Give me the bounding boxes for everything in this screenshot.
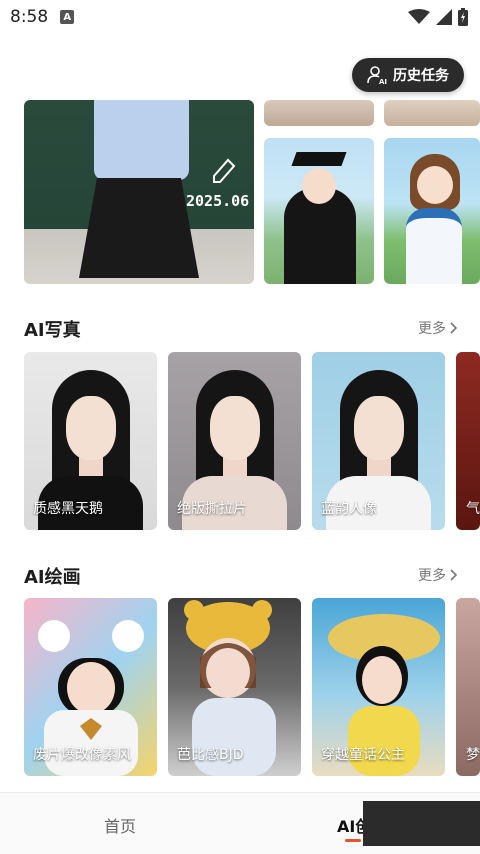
card-label: 质感黑天鹅 bbox=[33, 501, 103, 517]
card-label: 气 bbox=[466, 501, 480, 517]
battery-icon bbox=[458, 8, 468, 26]
bottom-nav: 首页 AI创 bbox=[0, 792, 480, 854]
card-partial-4[interactable]: 气 bbox=[456, 352, 480, 530]
card-label: 蓝韵人像 bbox=[321, 501, 377, 517]
more-link-ai-portrait[interactable]: 更多 bbox=[418, 318, 458, 338]
portrait-face bbox=[66, 396, 116, 460]
card-label: 穿越童话公主 bbox=[321, 747, 405, 763]
uniform-body bbox=[406, 208, 462, 284]
tab-home[interactable]: 首页 bbox=[104, 813, 136, 837]
banner-skirt bbox=[79, 178, 199, 278]
pencil-icon bbox=[213, 158, 236, 183]
status-bar: 8:58 A bbox=[0, 0, 480, 34]
user-ai-icon: AI bbox=[367, 66, 387, 85]
banner-thumb-top-2[interactable] bbox=[384, 100, 480, 126]
wifi-icon bbox=[408, 9, 430, 24]
svg-text:AI: AI bbox=[379, 78, 387, 85]
more-label: 更多 bbox=[418, 321, 446, 337]
portrait-face bbox=[210, 396, 260, 460]
card-barbie-bjd[interactable]: 芭比感BJD bbox=[168, 598, 301, 776]
uniform-face bbox=[417, 166, 453, 204]
card-label: 废片爆改像素风 bbox=[33, 747, 131, 763]
card-fairy-princess[interactable]: 穿越童话公主 bbox=[312, 598, 445, 776]
graduation-cap bbox=[291, 152, 347, 166]
signal-icon bbox=[436, 9, 452, 25]
card-blue-portrait[interactable]: 蓝韵人像 bbox=[312, 352, 445, 530]
card-label: 绝版撕拉片 bbox=[177, 501, 247, 517]
card-black-swan[interactable]: 质感黑天鹅 bbox=[24, 352, 157, 530]
card-label: 芭比感BJD bbox=[177, 747, 244, 763]
more-label: 更多 bbox=[418, 568, 446, 584]
banner-thumb-graduation[interactable] bbox=[264, 138, 374, 284]
banner-year-text: 2025.06 bbox=[186, 192, 250, 210]
history-tasks-button[interactable]: AI 历史任务 bbox=[352, 58, 464, 92]
card-instant-film[interactable]: 绝版撕拉片 bbox=[168, 352, 301, 530]
chevron-right-icon bbox=[450, 322, 458, 334]
section-title-ai-portrait: AI写真 bbox=[24, 320, 81, 341]
portrait-face bbox=[354, 396, 404, 460]
status-time: 8:58 bbox=[10, 7, 49, 27]
banner-thumb-top-1[interactable] bbox=[264, 100, 374, 126]
history-tasks-label: 历史任务 bbox=[393, 68, 449, 84]
section-title-ai-painting: AI绘画 bbox=[24, 567, 81, 588]
banner-image-main[interactable]: 2025.06 bbox=[24, 100, 254, 284]
graduation-face bbox=[302, 168, 336, 204]
card-label: 梦 bbox=[466, 747, 480, 763]
dark-overlay-block bbox=[363, 801, 480, 846]
chevron-right-icon bbox=[450, 569, 458, 581]
more-link-ai-painting[interactable]: 更多 bbox=[418, 565, 458, 585]
banner-shirt bbox=[94, 100, 189, 180]
banner-thumb-uniform[interactable] bbox=[384, 138, 480, 284]
card-pixel-art[interactable]: 废片爆改像素风 bbox=[24, 598, 157, 776]
active-tab-indicator bbox=[345, 839, 361, 842]
notification-a-icon: A bbox=[60, 10, 75, 24]
card-partial-4b[interactable]: 梦 bbox=[456, 598, 480, 776]
